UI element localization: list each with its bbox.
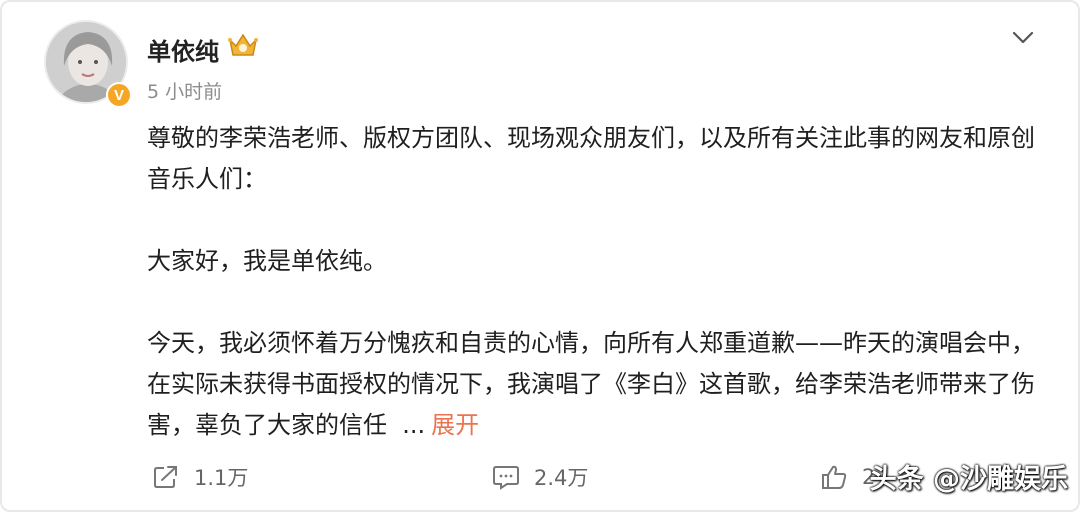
verified-badge-icon: V [106, 82, 132, 108]
post-paragraph: 大家好，我是单依纯。 [147, 247, 387, 275]
comment-count: 2.4万 [534, 466, 589, 490]
share-count: 1.1万 [194, 466, 249, 490]
author-name[interactable]: 单依纯 [147, 32, 219, 67]
post-paragraph: 今天，我必须怀着万分愧疚和自责的心情，向所有人郑重道歉——昨天的演唱会中，在实际… [147, 323, 1047, 446]
author-avatar[interactable]: V [44, 20, 132, 108]
post-paragraph: 尊敬的李荣浩老师、版权方团队、现场观众朋友们，以及所有关注此事的网友和原创音乐人… [147, 124, 1035, 193]
post-body: 尊敬的李荣浩老师、版权方团队、现场观众朋友们，以及所有关注此事的网友和原创音乐人… [147, 118, 1047, 446]
expand-link[interactable]: 展开 [431, 411, 479, 439]
post-time: 5 小时前 [147, 81, 223, 103]
vip-crown-icon [228, 33, 258, 56]
watermark: 头条 @沙雕娱乐 [869, 464, 1068, 495]
comment-icon [493, 466, 519, 490]
share-button[interactable]: 1.1万 [152, 462, 248, 492]
ellipsis: ... [402, 411, 426, 439]
comment-button[interactable]: 2.4万 [492, 462, 588, 492]
weibo-post-card: V 单依纯 5 小时前 尊敬的李荣浩老师、版权方团队、现场观众朋友们，以及所有关… [0, 0, 1080, 512]
like-button[interactable]: 2 [820, 464, 875, 490]
chevron-down-icon[interactable] [1010, 26, 1036, 48]
thumb-up-icon [822, 465, 847, 489]
share-icon [154, 466, 177, 488]
post-paragraph-text: 今天，我必须怀着万分愧疚和自责的心情，向所有人郑重道歉——昨天的演唱会中，在实际… [147, 329, 1035, 439]
